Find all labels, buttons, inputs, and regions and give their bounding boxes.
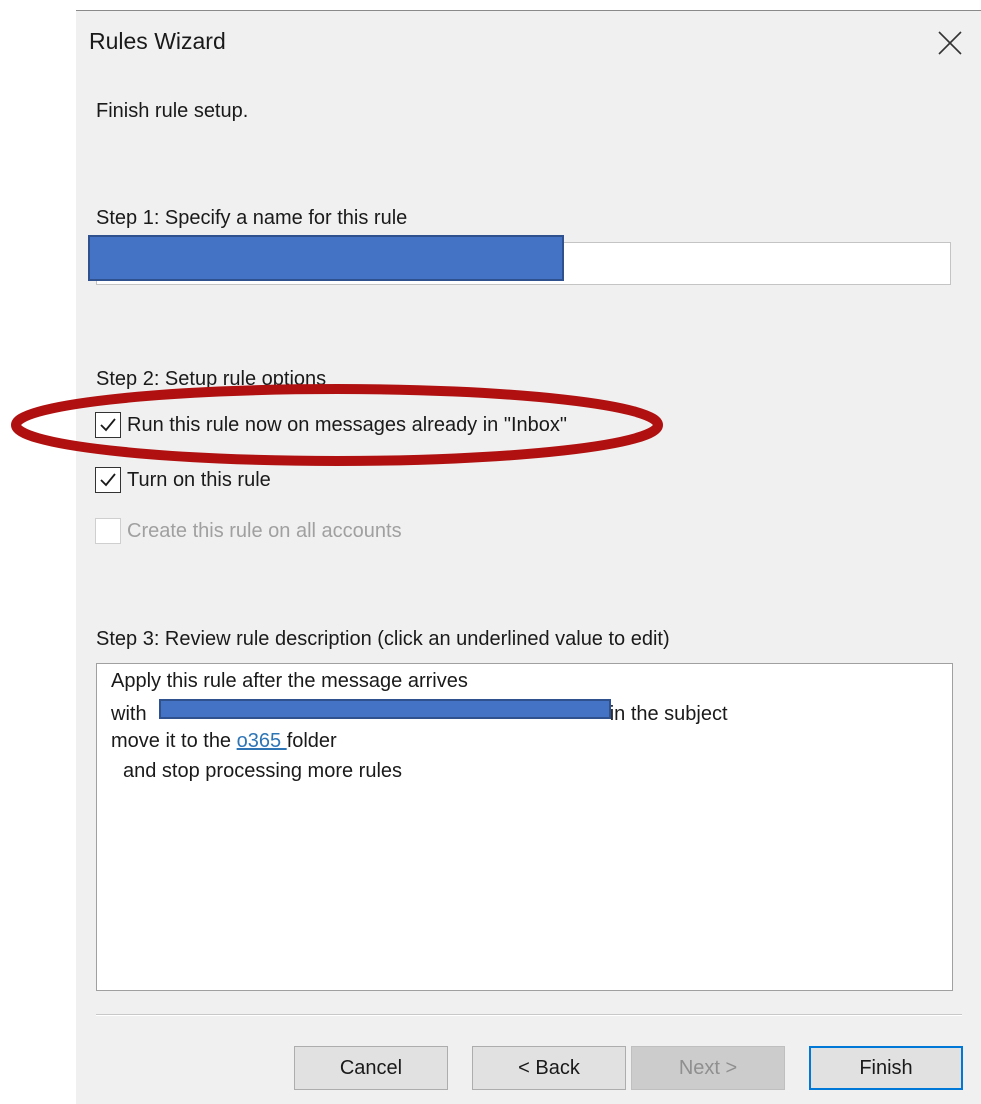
cancel-button[interactable]: Cancel [294, 1046, 448, 1090]
description-line-3: move it to the o365 folder [111, 730, 337, 753]
close-icon [938, 31, 962, 55]
checkmark-icon [100, 418, 116, 432]
with-text: with [111, 703, 147, 725]
next-button: Next > [631, 1046, 785, 1090]
finish-button[interactable]: Finish [809, 1046, 963, 1090]
run-rule-now-label: Run this rule now on messages already in… [127, 413, 567, 436]
redacted-rule-name [88, 235, 564, 281]
window-title: Rules Wizard [89, 28, 226, 54]
step3-label: Step 3: Review rule description (click a… [96, 628, 670, 650]
screenshot-stage: Rules Wizard Finish rule setup. Step 1: … [0, 0, 981, 1104]
in-subject-text: in the subject [609, 703, 728, 725]
step2-label: Step 2: Setup rule options [96, 368, 327, 390]
close-button[interactable] [931, 25, 969, 61]
turn-on-rule-checkbox[interactable]: Turn on this rule [95, 464, 271, 496]
checkbox-box[interactable] [95, 412, 121, 438]
title-bar: Rules Wizard [76, 11, 981, 73]
turn-on-rule-label: Turn on this rule [127, 468, 271, 491]
run-rule-now-checkbox[interactable]: Run this rule now on messages already in… [95, 409, 567, 441]
folder-link[interactable]: o365 [237, 730, 287, 752]
footer-divider [96, 1014, 962, 1016]
redacted-subject-value [159, 699, 611, 719]
move-text: move it to the [111, 730, 232, 752]
checkmark-icon [100, 473, 116, 487]
all-accounts-label: Create this rule on all accounts [127, 519, 402, 542]
intro-text: Finish rule setup. [96, 100, 249, 122]
step1-label: Step 1: Specify a name for this rule [96, 207, 408, 229]
description-line-1: Apply this rule after the message arrive… [111, 670, 468, 692]
all-accounts-checkbox: Create this rule on all accounts [95, 515, 402, 547]
description-line-4: and stop processing more rules [123, 760, 403, 782]
checkbox-box [95, 518, 121, 544]
back-button[interactable]: < Back [472, 1046, 626, 1090]
rules-wizard-dialog: Rules Wizard Finish rule setup. Step 1: … [76, 10, 981, 1104]
folder-text: folder [286, 730, 337, 752]
checkbox-box[interactable] [95, 467, 121, 493]
